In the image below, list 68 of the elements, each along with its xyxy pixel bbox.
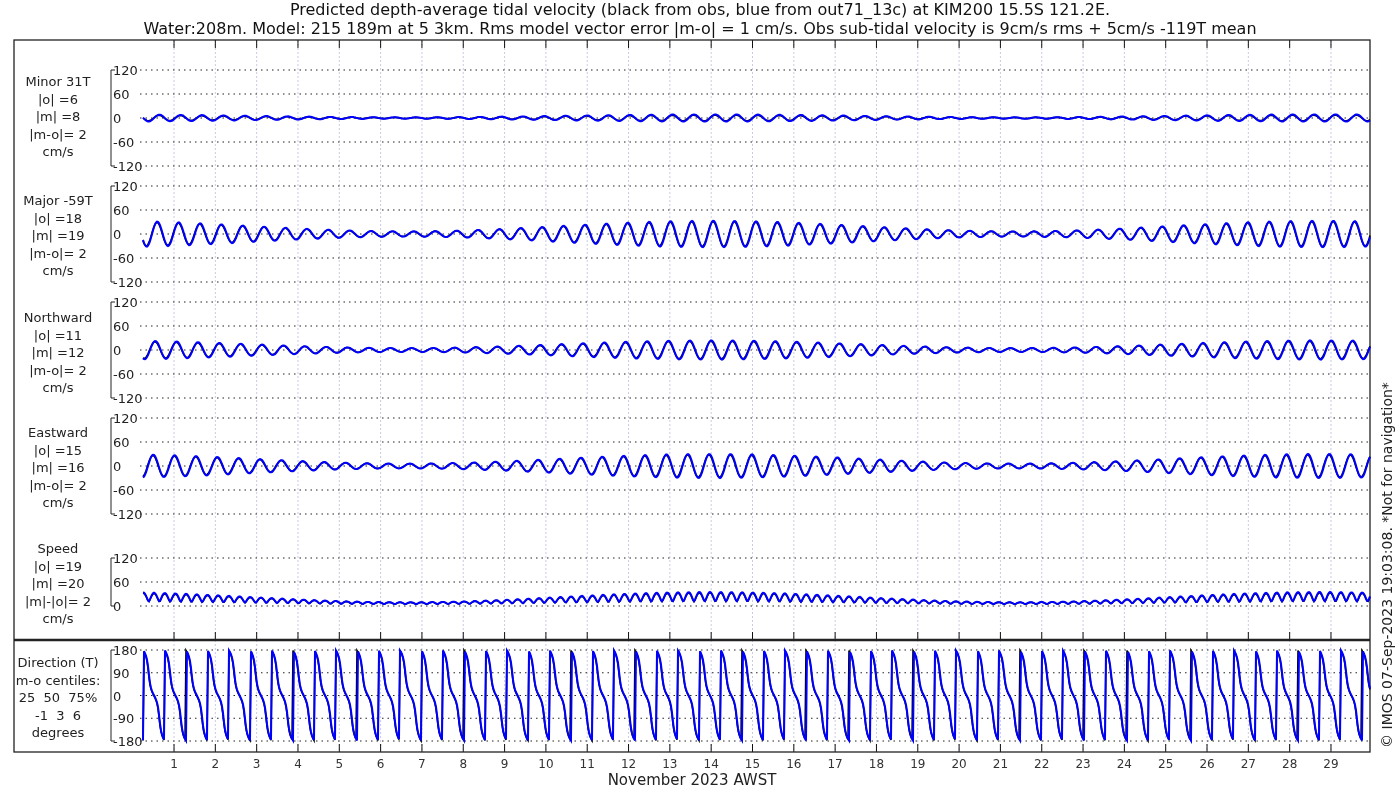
y-tick-label: 60 (113, 575, 130, 590)
panel-label: Northward |o| =11 |m| =12 |m-o|= 2 cm/s (23, 310, 93, 395)
x-tick-label: 18 (868, 757, 885, 771)
x-tick-label: 25 (1158, 757, 1174, 771)
x-tick-label: 16 (786, 757, 802, 771)
x-tick-label: 17 (827, 757, 843, 771)
y-tick-label: 0 (113, 688, 122, 704)
y-tick-label: -120 (113, 507, 143, 522)
y-tick-label: -60 (113, 251, 135, 266)
x-tick-label: 7 (418, 757, 426, 771)
x-tick-label: 8 (459, 757, 468, 771)
x-tick-label: 27 (1240, 757, 1256, 771)
x-axis-label: November 2023 AWST (607, 771, 777, 789)
y-tick-label: 90 (113, 665, 130, 681)
panel-label: Minor 31T |o| =6 |m| =8 |m-o|= 2 cm/s (25, 74, 91, 159)
x-tick-label: 26 (1199, 757, 1215, 771)
x-tick-label: 14 (703, 757, 719, 771)
x-tick-label: 9 (500, 757, 509, 771)
y-tick-label: 0 (113, 227, 122, 242)
y-tick-label: 0 (113, 599, 122, 614)
y-tick-label: 60 (113, 203, 130, 218)
x-tick-label: 24 (1116, 757, 1132, 771)
panel-label: Speed |o| =19 |m| =20 |m|-|o|= 2 cm/s (24, 541, 92, 626)
x-tick-label: 6 (376, 757, 385, 771)
y-tick-label: 0 (113, 459, 122, 474)
x-tick-label: 20 (951, 757, 967, 771)
x-tick-label: 15 (744, 757, 761, 771)
chart-title: Water:208m. Model: 215 189m at 5 3km. Rms model vector error |m-o| = 1 cm/s. Obs sub-tidal velocity is 9cm/s rms + 5cm/s -119T mean (143, 19, 1257, 38)
x-tick-label: 29 (1323, 757, 1339, 771)
y-tick-label: 120 (113, 551, 138, 566)
x-tick-label: 23 (1075, 757, 1091, 771)
x-tick-label: 11 (579, 757, 595, 771)
y-tick-label: -60 (113, 135, 135, 150)
panel-label: Eastward |o| =15 |m| =16 |m-o|= 2 cm/s (28, 425, 88, 510)
y-tick-label: 120 (113, 63, 138, 78)
y-tick-label: 60 (113, 435, 130, 450)
y-tick-label: -60 (113, 367, 135, 382)
y-tick-label: 60 (113, 87, 130, 102)
chart-title: Predicted depth-average tidal velocity (black from obs, blue from out71_13c) at KIM200 15.5S 121.2E. (289, 0, 1111, 19)
y-tick-label: -120 (113, 159, 143, 174)
y-axis (110, 557, 116, 607)
x-tick-label: 5 (335, 757, 344, 771)
x-tick-label: 28 (1282, 757, 1298, 771)
panel-label: Direction (T) m-o centiles: 25 50 75% -1 3 6 degrees (15, 655, 101, 740)
x-tick-label: 13 (662, 757, 678, 771)
y-tick-label: 180 (113, 643, 138, 658)
y-tick-label: 60 (113, 319, 130, 334)
y-tick-label: -90 (113, 711, 135, 727)
panel-label: Major -59T |o| =18 |m| =19 |m-o|= 2 cm/s (23, 193, 93, 278)
y-tick-label: 120 (113, 295, 138, 310)
copyright-note: © IMOS 07-Sep-2023 19:03:08. *Not for navigation* (1379, 382, 1395, 748)
y-tick-label: 0 (113, 343, 122, 358)
y-tick-label: 0 (113, 111, 122, 126)
y-tick-label: 120 (113, 179, 138, 194)
x-tick-label: 10 (538, 757, 554, 771)
y-tick-label: -60 (113, 483, 135, 498)
x-tick-label: 2 (211, 757, 220, 771)
x-tick-label: 4 (294, 757, 302, 771)
y-tick-label: -120 (113, 275, 143, 290)
y-tick-label: 120 (113, 411, 138, 426)
x-tick-label: 1 (170, 757, 178, 771)
y-tick-label: -180 (113, 734, 143, 749)
x-tick-label: 12 (620, 757, 637, 771)
x-tick-label: 21 (992, 757, 1009, 771)
x-tick-label: 19 (910, 757, 926, 771)
x-tick-label: 22 (1034, 757, 1050, 771)
y-tick-label: -120 (113, 391, 143, 406)
x-tick-label: 3 (252, 757, 261, 771)
